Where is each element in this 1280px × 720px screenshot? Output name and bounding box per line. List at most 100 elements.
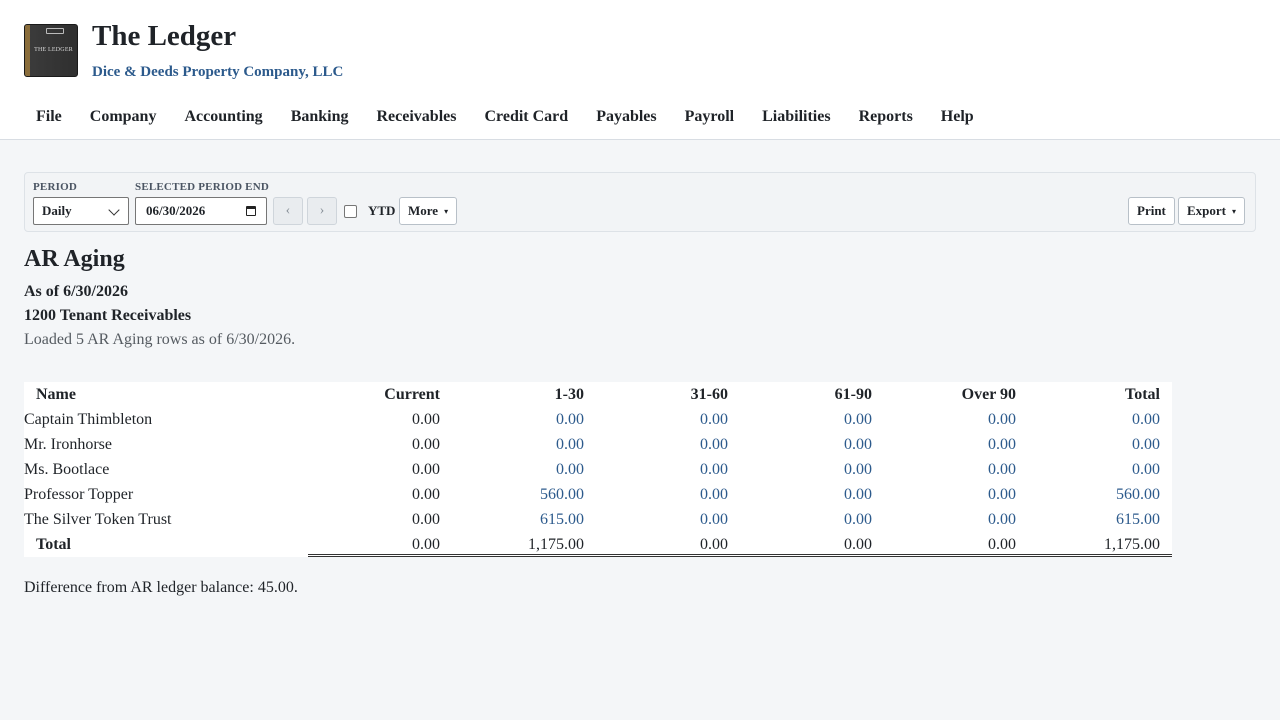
customer-name: Captain Thimbleton (24, 411, 153, 428)
calendar-icon[interactable] (246, 206, 256, 216)
ytd-checkbox[interactable] (344, 205, 357, 218)
caret-down-icon: ▾ (1232, 207, 1237, 216)
caret-down-icon: ▾ (444, 207, 449, 216)
logo-text: THE LEDGER (34, 47, 73, 53)
ytd-label: YTD (368, 203, 396, 218)
chevron-down-icon (108, 204, 120, 216)
cell-current: 0.00 (412, 461, 440, 478)
period-end-date-value: 06/30/2026 (146, 203, 206, 218)
cell-31-60-link[interactable]: 0.00 (596, 407, 740, 432)
cell-1-30-link[interactable]: 615.00 (452, 507, 596, 532)
table-row: Mr. Ironhorse 0.00 0.00 0.00 0.00 0.00 0… (24, 432, 1172, 457)
ledger-book-logo: THE LEDGER (24, 24, 78, 77)
cell-1-30-link[interactable]: 0.00 (452, 457, 596, 482)
total-current: 0.00 (308, 532, 452, 557)
cell-31-60-link[interactable]: 0.00 (596, 457, 740, 482)
table-row: Ms. Bootlace 0.00 0.00 0.00 0.00 0.00 0.… (24, 457, 1172, 482)
total-label: Total (36, 536, 71, 553)
company-name[interactable]: Dice & Deeds Property Company, LLC (92, 64, 343, 81)
customer-name: The Silver Token Trust (24, 511, 172, 528)
cell-31-60-link[interactable]: 0.00 (596, 507, 740, 532)
menu-payables[interactable]: Payables (582, 106, 670, 128)
table-row: Captain Thimbleton 0.00 0.00 0.00 0.00 0… (24, 407, 1172, 432)
table-total-row: Total 0.00 1,175.00 0.00 0.00 0.00 1,175… (24, 532, 1172, 557)
cell-current: 0.00 (412, 436, 440, 453)
report-as-of: As of 6/30/2026 (24, 283, 128, 300)
menu-reports[interactable]: Reports (845, 106, 927, 128)
cell-current: 0.00 (412, 511, 440, 528)
menu-banking[interactable]: Banking (277, 106, 363, 128)
cell-total-link[interactable]: 0.00 (1028, 432, 1172, 457)
cell-total-link[interactable]: 615.00 (1028, 507, 1172, 532)
cell-1-30-link[interactable]: 0.00 (452, 432, 596, 457)
report-status-message: Loaded 5 AR Aging rows as of 6/30/2026. (24, 331, 296, 348)
column-header-name: Name (36, 386, 76, 403)
cell-total-link[interactable]: 0.00 (1028, 407, 1172, 432)
period-end-label: SELECTED PERIOD END (135, 181, 269, 193)
cell-over-90-link[interactable]: 0.00 (884, 432, 1028, 457)
app-header: THE LEDGER The Ledger Dice & Deeds Prope… (0, 0, 1280, 140)
export-button-label: Export (1187, 203, 1226, 218)
print-button[interactable]: Print (1128, 197, 1175, 225)
cell-31-60-link[interactable]: 0.00 (596, 432, 740, 457)
cell-31-60-link[interactable]: 0.00 (596, 482, 740, 507)
customer-name: Ms. Bootlace (24, 461, 110, 478)
cell-61-90-link[interactable]: 0.00 (740, 482, 884, 507)
column-header-1-30: 1-30 (554, 386, 584, 403)
total-61-90: 0.00 (740, 532, 884, 557)
export-button[interactable]: Export ▾ (1178, 197, 1246, 225)
cell-61-90-link[interactable]: 0.00 (740, 457, 884, 482)
period-select-value: Daily (42, 203, 72, 218)
column-header-61-90: 61-90 (834, 386, 872, 403)
cell-over-90-link[interactable]: 0.00 (884, 482, 1028, 507)
table-header-row: Name Current 1-30 31-60 61-90 Over 90 To… (24, 382, 1172, 407)
report-title: AR Aging (24, 246, 125, 272)
column-header-current: Current (384, 386, 440, 403)
more-button-label: More (408, 203, 439, 218)
next-period-button[interactable]: › (307, 197, 337, 225)
table-row: Professor Topper 0.00 560.00 0.00 0.00 0… (24, 482, 1172, 507)
menu-payroll[interactable]: Payroll (671, 106, 748, 128)
total-1-30: 1,175.00 (452, 532, 596, 557)
menu-file[interactable]: File (22, 106, 76, 128)
app-title: The Ledger (92, 20, 237, 52)
cell-over-90-link[interactable]: 0.00 (884, 507, 1028, 532)
cell-1-30-link[interactable]: 560.00 (452, 482, 596, 507)
cell-1-30-link[interactable]: 0.00 (452, 407, 596, 432)
previous-period-button[interactable]: ‹ (273, 197, 303, 225)
column-header-over-90: Over 90 (961, 386, 1016, 403)
total-total: 1,175.00 (1028, 532, 1172, 557)
report-account: 1200 Tenant Receivables (24, 307, 192, 324)
menu-help[interactable]: Help (927, 106, 988, 128)
cell-61-90-link[interactable]: 0.00 (740, 407, 884, 432)
menu-liabilities[interactable]: Liabilities (748, 106, 844, 128)
total-31-60: 0.00 (596, 532, 740, 557)
cell-current: 0.00 (412, 486, 440, 503)
menu-company[interactable]: Company (76, 106, 171, 128)
cell-61-90-link[interactable]: 0.00 (740, 507, 884, 532)
table-row: The Silver Token Trust 0.00 615.00 0.00 … (24, 507, 1172, 532)
report-toolbar: PERIOD Daily SELECTED PERIOD END 06/30/2… (24, 172, 1256, 232)
customer-name: Professor Topper (24, 486, 134, 503)
main-menu: File Company Accounting Banking Receivab… (22, 106, 988, 128)
column-header-31-60: 31-60 (690, 386, 728, 403)
period-label: PERIOD (33, 181, 77, 193)
cell-over-90-link[interactable]: 0.00 (884, 407, 1028, 432)
cell-over-90-link[interactable]: 0.00 (884, 457, 1028, 482)
menu-credit-card[interactable]: Credit Card (470, 106, 582, 128)
period-select[interactable]: Daily (33, 197, 129, 225)
customer-name: Mr. Ironhorse (24, 436, 112, 453)
cell-total-link[interactable]: 0.00 (1028, 457, 1172, 482)
menu-accounting[interactable]: Accounting (170, 106, 276, 128)
ar-aging-table: Name Current 1-30 31-60 61-90 Over 90 To… (24, 382, 1172, 557)
period-end-date-input[interactable]: 06/30/2026 (135, 197, 267, 225)
column-header-total: Total (1125, 386, 1160, 403)
cell-total-link[interactable]: 560.00 (1028, 482, 1172, 507)
total-over-90: 0.00 (884, 532, 1028, 557)
menu-receivables[interactable]: Receivables (363, 106, 471, 128)
cell-61-90-link[interactable]: 0.00 (740, 432, 884, 457)
ledger-difference-note: Difference from AR ledger balance: 45.00… (24, 579, 298, 596)
logo-label-plate (46, 28, 64, 34)
cell-current: 0.00 (412, 411, 440, 428)
more-button[interactable]: More ▾ (399, 197, 458, 225)
